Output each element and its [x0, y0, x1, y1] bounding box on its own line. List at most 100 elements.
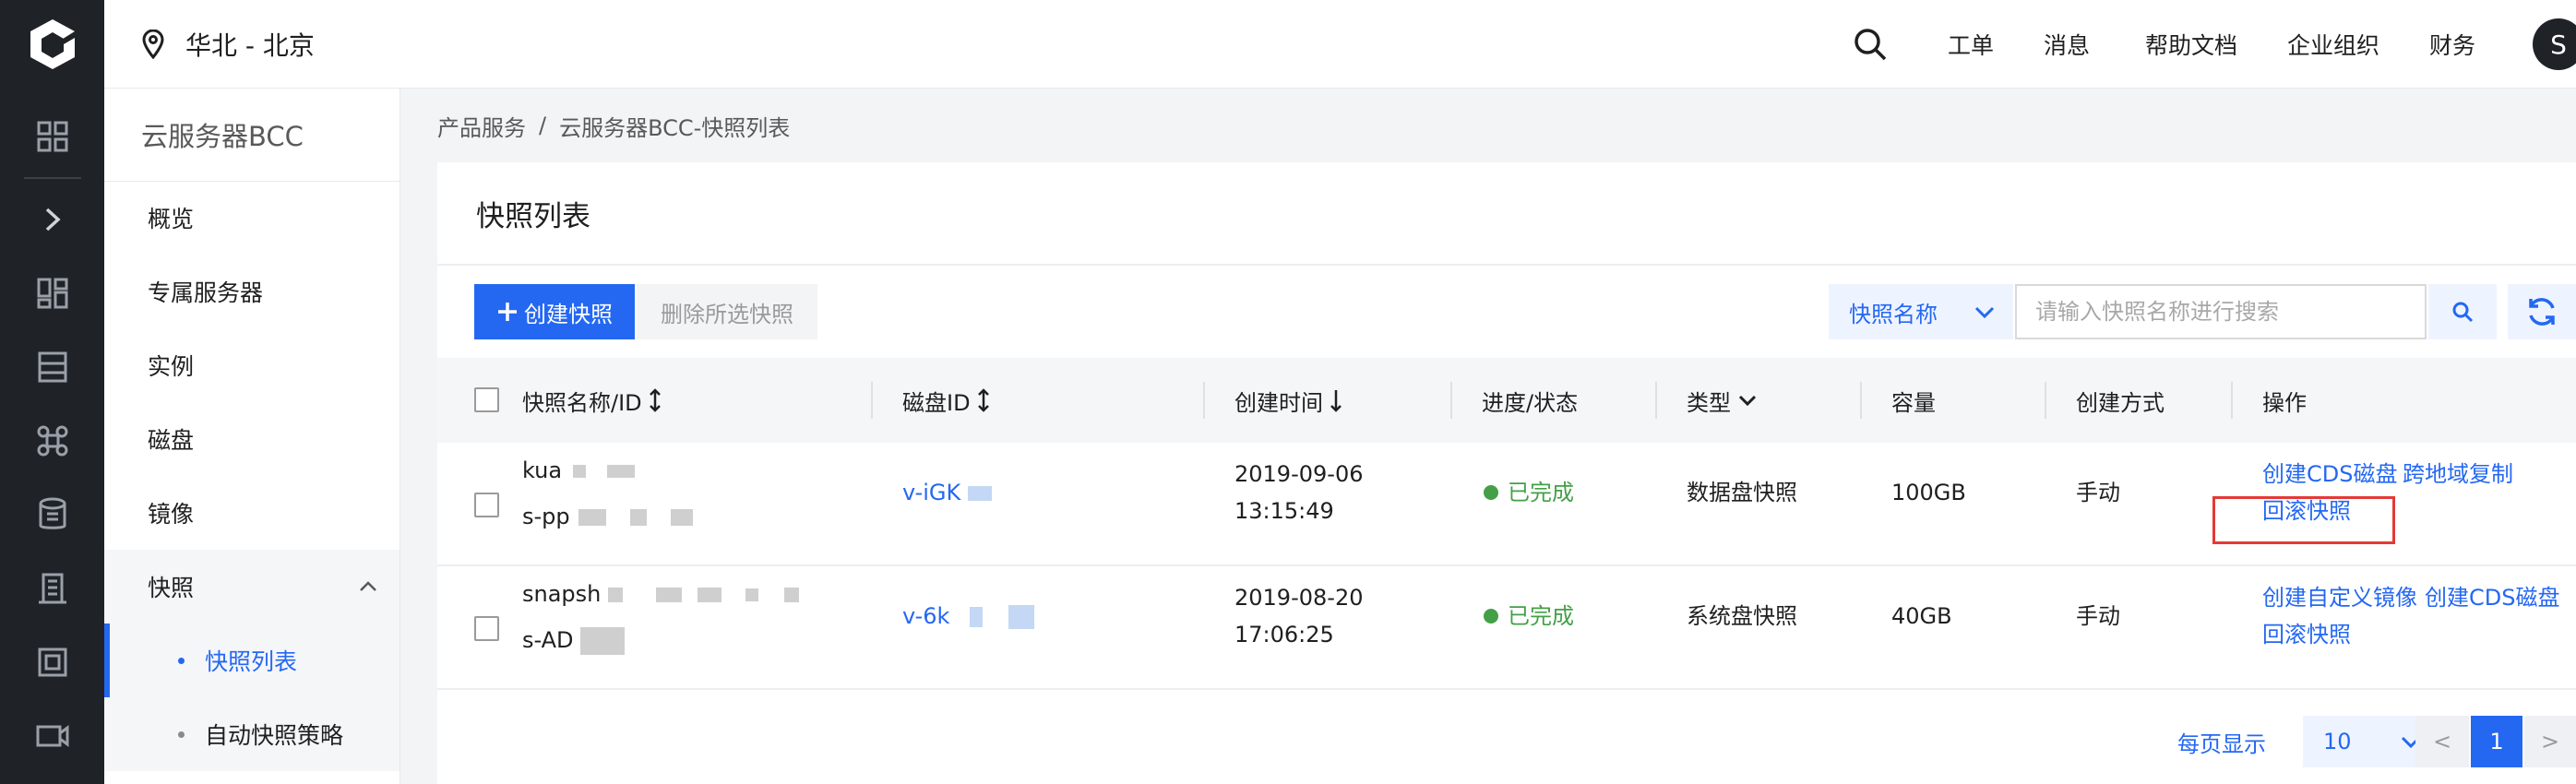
next-page-button[interactable]: > — [2524, 716, 2576, 767]
action-create-cds-disk[interactable]: 创建CDS磁盘 — [2425, 579, 2559, 616]
snapshot-id: s-AD — [522, 622, 626, 659]
column-header-type[interactable]: 类型 — [1687, 358, 1759, 443]
dashboard-icon[interactable] — [0, 266, 104, 321]
status-dot — [1484, 609, 1498, 624]
filter-select-value: 快照名称 — [1849, 301, 1938, 327]
column-divider — [1203, 382, 1205, 419]
snapshot-id: s-pp — [522, 498, 693, 535]
snapshot-type: 数据盘快照 — [1687, 480, 1797, 505]
action-create-cds-disk[interactable]: 创建CDS磁盘 — [2262, 456, 2397, 493]
sidebar-group-label: 快照 — [148, 575, 195, 601]
search-input[interactable] — [2015, 284, 2427, 339]
sidebar-item-auto-snapshot-policy[interactable]: 自动快照策略 — [104, 697, 400, 771]
save-disk-icon[interactable] — [0, 339, 104, 395]
database-icon[interactable] — [0, 487, 104, 542]
create-snapshot-button[interactable]: 创建快照 — [474, 284, 635, 339]
rail-divider — [24, 177, 81, 179]
table-row: kua s-pp v-iGK 2019-09-06 13:15:49 已完成 数… — [437, 443, 2576, 566]
top-bar: 华北 - 北京 工单 消息 帮助文档 企业组织 财务 S — [104, 0, 2576, 89]
location-pin-icon — [142, 30, 164, 59]
column-divider — [2231, 382, 2233, 419]
disk-id-link[interactable]: v-iGK — [902, 474, 992, 511]
logo-icon[interactable] — [0, 0, 104, 89]
sidebar-item-snapshot-list[interactable]: 快照列表 — [104, 624, 400, 697]
prev-page-button[interactable]: < — [2415, 716, 2469, 767]
column-header-name[interactable]: 快照名称/ID — [522, 358, 662, 443]
create-snapshot-label: 创建快照 — [524, 302, 613, 327]
column-divider — [871, 382, 873, 419]
refresh-icon — [2529, 298, 2555, 326]
page-size-label: 每页显示 — [2177, 731, 2266, 757]
chevron-down-icon — [1974, 306, 1995, 319]
action-rollback-snapshot[interactable]: 回滚快照 — [2262, 616, 2351, 653]
region-selector[interactable]: 华北 - 北京 — [141, 0, 315, 89]
sidebar-item-instances[interactable]: 实例 — [104, 328, 400, 402]
bullet-dot — [178, 731, 185, 738]
nav-messages[interactable]: 消息 — [2044, 0, 2090, 89]
nav-help-docs[interactable]: 帮助文档 — [2145, 0, 2237, 89]
snapshot-name[interactable]: kua — [522, 452, 636, 489]
sidebar-subitem-label: 自动快照策略 — [205, 722, 344, 749]
building-icon[interactable] — [0, 561, 104, 616]
grid-icon[interactable] — [0, 109, 104, 164]
filter-select[interactable]: 快照名称 — [1829, 284, 2013, 339]
breadcrumb-parent[interactable]: 产品服务 — [437, 110, 526, 142]
page-title: 快照列表 — [476, 199, 590, 233]
select-all-checkbox[interactable] — [474, 387, 499, 412]
plus-icon — [498, 303, 517, 321]
frame-icon[interactable] — [0, 635, 104, 690]
nav-finance[interactable]: 财务 — [2429, 0, 2475, 89]
sidebar-item-dedicated-server[interactable]: 专属服务器 — [104, 255, 400, 328]
action-cross-region-copy[interactable]: 跨地域复制 — [2403, 456, 2513, 493]
column-header-capacity: 容量 — [1891, 389, 1936, 416]
column-divider — [1655, 382, 1657, 419]
snapshot-capacity: 100GB — [1891, 480, 1966, 505]
expand-chevron-icon[interactable] — [0, 192, 104, 247]
nav-ticket[interactable]: 工单 — [1948, 0, 1994, 89]
status-badge: 已完成 — [1484, 598, 1574, 635]
column-label: 快照名称/ID — [522, 389, 642, 416]
delete-selected-button[interactable]: 删除所选快照 — [637, 284, 817, 339]
avatar[interactable]: S — [2533, 18, 2576, 70]
snapshot-name[interactable]: snapsh — [522, 576, 799, 612]
region-label: 华北 - 北京 — [185, 30, 315, 61]
column-label: 类型 — [1687, 389, 1731, 416]
action-create-custom-image[interactable]: 创建自定义镜像 — [2262, 579, 2417, 616]
page-size-value: 10 — [2323, 729, 2352, 754]
snapshot-type: 系统盘快照 — [1687, 603, 1797, 629]
left-rail — [0, 0, 104, 784]
page-1-button[interactable]: 1 — [2471, 716, 2522, 767]
title-divider — [437, 264, 2576, 266]
column-header-method: 创建方式 — [2076, 389, 2165, 416]
chevron-up-icon — [360, 581, 376, 591]
breadcrumb-separator: / — [539, 113, 547, 138]
row-checkbox[interactable] — [474, 616, 499, 641]
created-time: 17:06:25 — [1234, 622, 1334, 647]
search-icon — [2452, 302, 2474, 323]
sidebar-title: 云服务器BCC — [141, 121, 304, 152]
command-icon[interactable] — [0, 413, 104, 469]
service-sidebar: 云服务器BCC 概览 专属服务器 实例 磁盘 镜像 快照 快照列表 自动快照策略 — [104, 89, 400, 784]
status-badge: 已完成 — [1484, 474, 1574, 511]
bullet-dot — [178, 657, 185, 664]
column-divider — [1860, 382, 1862, 419]
sidebar-item-images[interactable]: 镜像 — [104, 476, 400, 550]
column-divider — [2045, 382, 2046, 419]
refresh-button[interactable] — [2508, 284, 2576, 339]
row-checkbox[interactable] — [474, 493, 499, 517]
disk-id-link[interactable]: v-6k — [902, 598, 1034, 635]
sidebar-group-snapshots[interactable]: 快照 — [104, 550, 400, 624]
sidebar-item-disks[interactable]: 磁盘 — [104, 402, 400, 476]
column-header-disk[interactable]: 磁盘ID — [902, 358, 991, 443]
chevron-down-icon — [1738, 395, 1757, 407]
video-icon[interactable] — [0, 708, 104, 764]
column-header-created[interactable]: 创建时间 — [1234, 358, 1343, 443]
snapshot-capacity: 40GB — [1891, 603, 1952, 629]
table-header: 快照名称/ID 磁盘ID 创建时间 进度/状态 类型 容量 创建方式 操作 — [437, 358, 2576, 443]
column-divider — [1450, 382, 1452, 419]
nav-enterprise-org[interactable]: 企业组织 — [2287, 0, 2379, 89]
search-button[interactable] — [2428, 284, 2497, 339]
global-search-icon[interactable] — [1848, 22, 1892, 66]
breadcrumb-current: 云服务器BCC-快照列表 — [559, 114, 791, 141]
sidebar-item-overview[interactable]: 概览 — [104, 181, 400, 255]
